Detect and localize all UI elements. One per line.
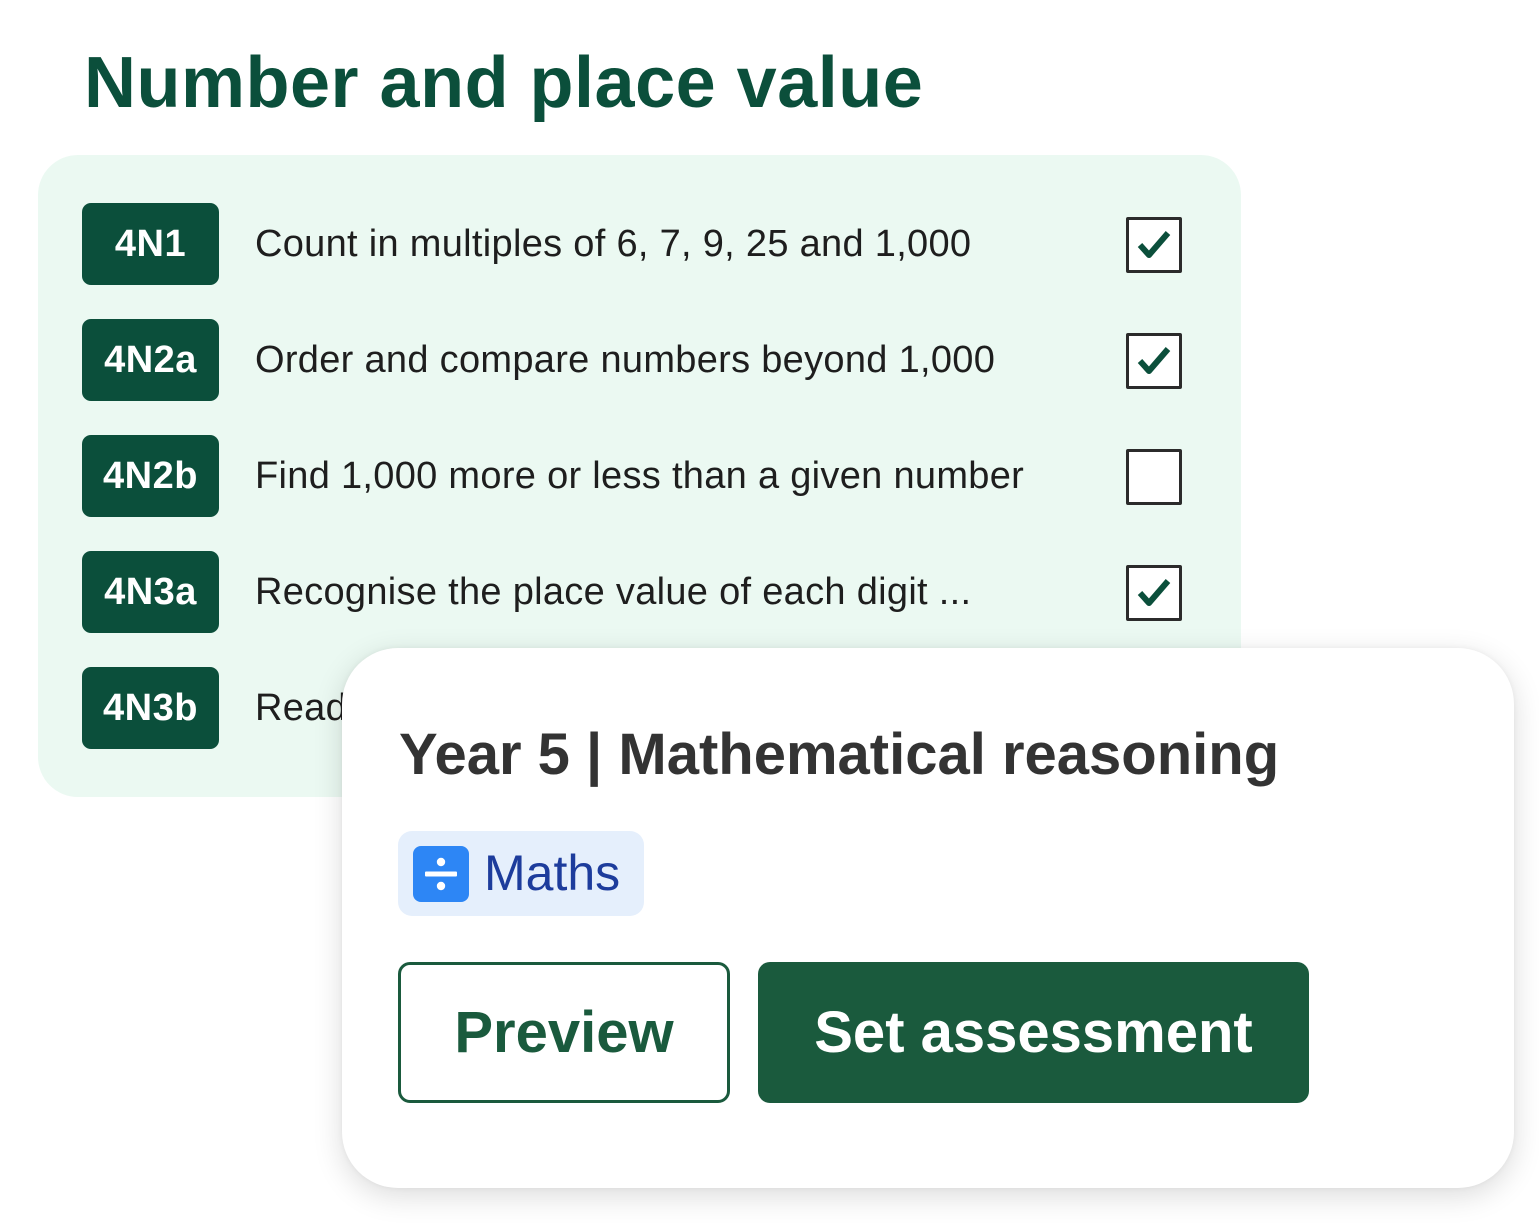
objective-code-badge: 4N1 — [82, 203, 219, 285]
checkmark-icon — [1137, 231, 1171, 258]
checkmark-icon — [1137, 579, 1171, 606]
checkmark-icon — [1137, 347, 1171, 374]
divide-icon — [413, 846, 469, 902]
subject-label: Maths — [484, 845, 621, 901]
objective-row: 4N2b Find 1,000 more or less than a give… — [82, 435, 1192, 517]
objective-row: 4N3a Recognise the place value of each d… — [82, 551, 1192, 633]
objective-text: Recognise the place value of each digit … — [255, 571, 972, 613]
subject-tag: Maths — [398, 831, 644, 916]
set-assessment-button[interactable]: Set assessment — [758, 962, 1309, 1103]
objective-checkbox[interactable] — [1126, 217, 1182, 273]
section-title: Number and place value — [84, 43, 924, 123]
objective-row: 4N2a Order and compare numbers beyond 1,… — [82, 319, 1192, 401]
objective-code-badge: 4N3b — [82, 667, 219, 749]
objective-checkbox[interactable] — [1126, 333, 1182, 389]
assessment-title: Year 5 | Mathematical reasoning — [399, 722, 1280, 787]
objective-text: Count in multiples of 6, 7, 9, 25 and 1,… — [255, 223, 972, 265]
objective-text: Order and compare numbers beyond 1,000 — [255, 339, 996, 381]
objective-code-badge: 4N3a — [82, 551, 219, 633]
objective-code-badge: 4N2b — [82, 435, 219, 517]
objective-text: Find 1,000 more or less than a given num… — [255, 455, 1025, 497]
objective-code-badge: 4N2a — [82, 319, 219, 401]
assessment-card: Year 5 | Mathematical reasoning Maths Pr… — [342, 648, 1514, 1188]
objective-text: Read — [255, 687, 348, 729]
objective-row: 4N1 Count in multiples of 6, 7, 9, 25 an… — [82, 203, 1192, 285]
objective-checkbox[interactable] — [1126, 449, 1182, 505]
objective-checkbox[interactable] — [1126, 565, 1182, 621]
preview-button[interactable]: Preview — [398, 962, 730, 1103]
